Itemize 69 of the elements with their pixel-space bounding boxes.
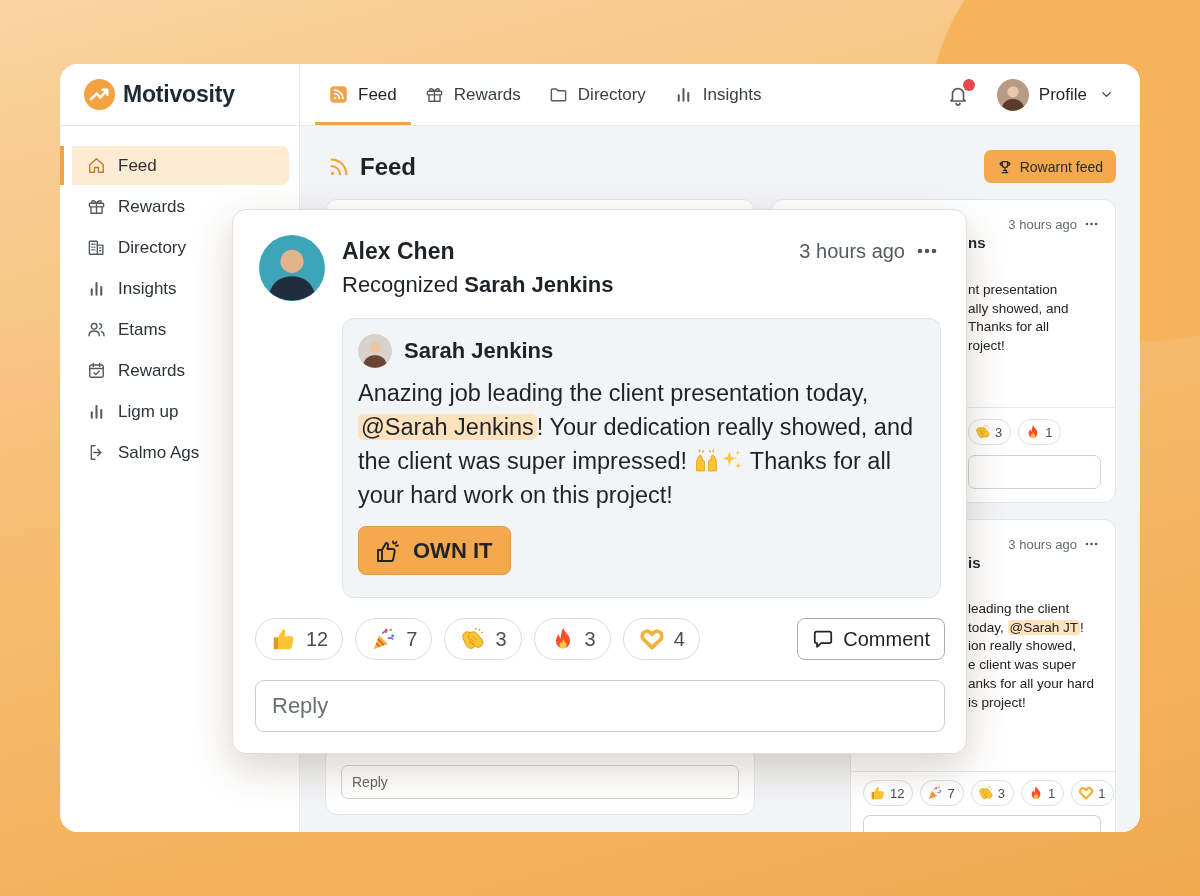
recognition-message: Anazing job leading the client presentation today, @Sarah Jenkins! Your dedication really showed, and the client was super impressed! Thanks for all your hard work on this project! [358, 379, 915, 510]
people-icon [87, 320, 106, 339]
mention-link[interactable]: @Sarah JT [1007, 619, 1080, 635]
post-name: is [968, 554, 982, 572]
reply-field[interactable]: Reply [255, 680, 945, 732]
more-icon[interactable] [1085, 222, 1098, 226]
author-name: Alex Chen [342, 237, 455, 265]
sidebar-item[interactable]: Directory [60, 228, 289, 267]
recognition-summary: Recognized Sarah Jenkins [342, 271, 615, 299]
reaction-button[interactable]: 12 [863, 780, 914, 806]
sidebar-item[interactable]: Ligm up [60, 392, 289, 431]
heart-icon [1078, 785, 1095, 801]
reaction-button[interactable]: 1 [1071, 780, 1115, 806]
reaction-button[interactable]: 1 [1018, 419, 1062, 445]
more-icon[interactable] [1085, 542, 1098, 546]
sidebar-item[interactable]: Rewards [60, 351, 289, 390]
avatar-icon [358, 334, 392, 368]
clapping-hands-icon [460, 626, 487, 652]
building-icon [87, 238, 106, 257]
calendar-check-icon [87, 361, 106, 380]
reply-field[interactable] [863, 815, 1101, 832]
profile-menu[interactable]: Profile [1038, 84, 1114, 105]
gift-icon [87, 197, 106, 216]
reply-field[interactable] [968, 455, 1101, 489]
speech-bubble-icon [812, 628, 835, 650]
reaction-button[interactable]: 7 [920, 780, 964, 806]
rss-icon [329, 85, 348, 104]
reply-field[interactable]: Reply [341, 765, 739, 799]
reward-feed-button[interactable]: Rowarnt feed [983, 150, 1116, 183]
clapping-hands-icon [977, 785, 994, 801]
brand-name: Motivosity [123, 81, 235, 108]
reaction-button[interactable]: 7 [355, 618, 433, 660]
party-popper-icon [927, 785, 944, 801]
post-name: ns [968, 234, 987, 252]
thumbs-up-icon [870, 785, 886, 801]
avatar-icon [996, 78, 1029, 111]
own-it-button[interactable]: OWN IT [358, 526, 512, 575]
folder-icon [548, 85, 568, 104]
sidebar-item[interactable]: Insights [60, 269, 289, 308]
mention-link[interactable]: @Sarah Jenkins [358, 414, 537, 440]
sidebar-item[interactable]: Rewards [60, 187, 289, 226]
sidebar-item[interactable]: Etams [60, 310, 289, 349]
reaction-button[interactable]: 3 [968, 419, 1012, 445]
nav-tab[interactable]: Rewards [410, 64, 535, 125]
comment-button[interactable]: Comment [797, 618, 945, 660]
post-time: 3 hours ago [1008, 536, 1077, 552]
avatar-icon [259, 235, 325, 301]
raised-hands-icon [693, 448, 719, 473]
clapping-hands-icon [975, 424, 991, 440]
reaction-button[interactable]: 12 [255, 618, 344, 660]
gift-icon [424, 85, 444, 104]
logo-icon [84, 79, 115, 110]
reaction-button[interactable]: 3 [533, 618, 611, 660]
post-message: nt presentation ally showed, and Thanks for all roject! [968, 281, 1070, 356]
recipient-name: Sarah Jenkins [404, 338, 554, 364]
post-message: leading the client today, @Sarah JT! ion really showed, e client was super anks for all your hard is project! [968, 600, 1096, 712]
nav-tab[interactable]: Directory [534, 64, 660, 125]
post-time: 3 hours ago [1008, 216, 1077, 232]
page-title: Feed [360, 152, 416, 181]
reaction-button[interactable]: 3 [444, 618, 522, 660]
sidebar-item[interactable]: Salmo Ags [60, 433, 289, 472]
nav-tab[interactable]: Insights [659, 64, 776, 125]
reaction-button[interactable]: 3 [970, 780, 1014, 806]
sidebar-item[interactable]: Feed [60, 146, 289, 185]
home-icon [87, 156, 106, 175]
more-icon[interactable] [917, 248, 937, 254]
post-time: 3 hours ago [799, 239, 905, 263]
reaction-button[interactable]: 4 [622, 618, 700, 660]
reaction-button[interactable]: 1 [1020, 780, 1065, 806]
